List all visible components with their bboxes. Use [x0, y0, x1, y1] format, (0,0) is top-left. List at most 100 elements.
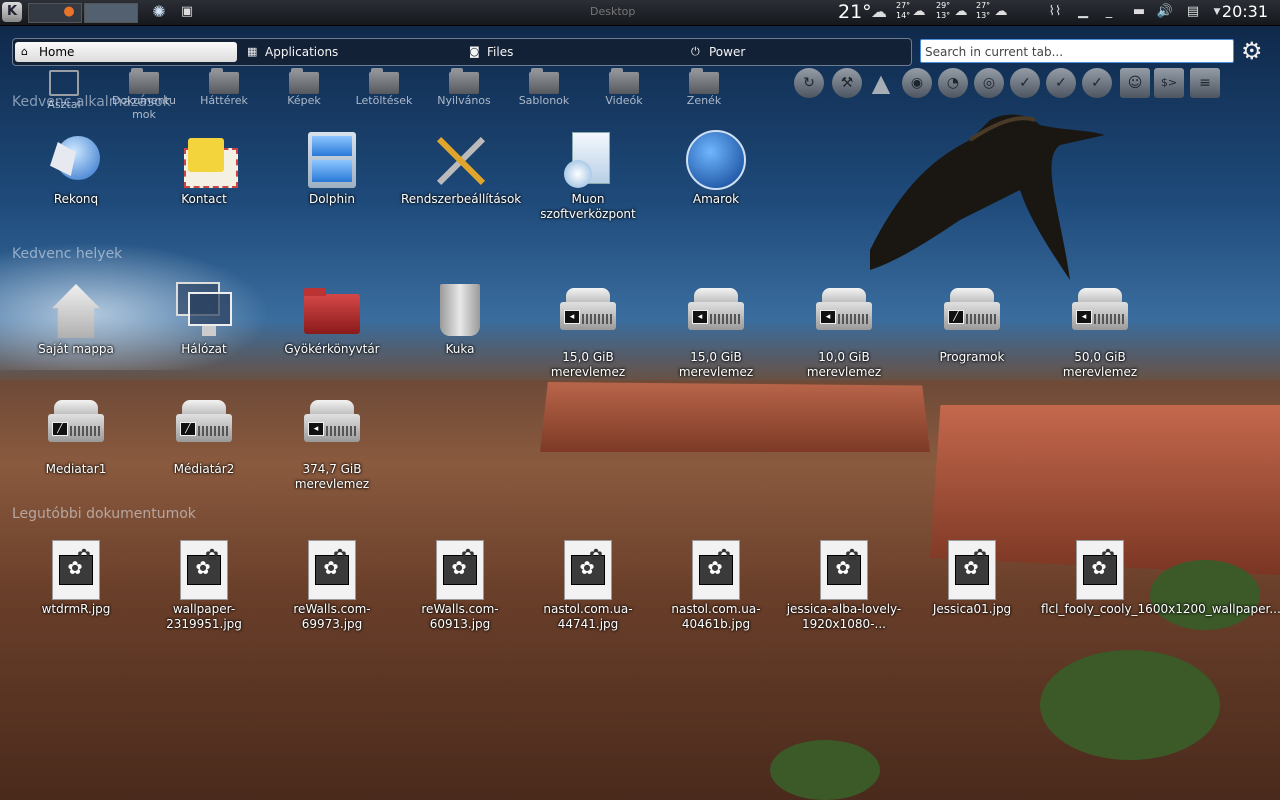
cone-icon[interactable]: ▲: [866, 68, 896, 98]
places-item-nyilvanos[interactable]: Nyilvános: [424, 68, 504, 108]
places-item-hatterek[interactable]: Háttérek: [184, 68, 264, 108]
place-label: Hálózat: [181, 342, 227, 356]
firefox-icon[interactable]: ●: [60, 4, 78, 20]
launcher-tab-bar: ⌂ Home ▦ Applications ◙ Files ⏻ Power: [12, 38, 912, 66]
amarok-icon: [686, 130, 746, 190]
tab-power[interactable]: ⏻ Power: [685, 42, 745, 62]
update-check-icon[interactable]: ✓: [1046, 68, 1076, 98]
place-home[interactable]: Saját mappa: [17, 280, 135, 357]
image-file-icon: ✿ ✿: [692, 540, 740, 600]
recent-doc-label: flcl_fooly_cooly_1600x1200_wallpaper...: [1041, 602, 1280, 617]
document-check-icon[interactable]: ✓: [1082, 68, 1112, 98]
hard-drive-icon: ╱: [942, 288, 1002, 348]
cpu-monitor-icon[interactable]: ▁: [1072, 4, 1094, 20]
recent-doc[interactable]: ✿ ✿ Jessica01.jpg: [913, 540, 1031, 617]
place-drive-50[interactable]: ◂ 50,0 GiB merevlemez: [1041, 280, 1159, 380]
network-monitor-icon[interactable]: ▬: [1126, 4, 1152, 20]
storage-icon[interactable]: ≡: [1190, 68, 1220, 98]
clock[interactable]: 20:31: [1222, 2, 1268, 21]
places-item-videok[interactable]: Videók: [584, 68, 664, 108]
place-trash[interactable]: Kuka: [401, 280, 519, 357]
recent-doc[interactable]: ✿ ✿ reWalls.com-69973.jpg: [273, 540, 391, 632]
network-tool-icon[interactable]: ⚒: [832, 68, 862, 98]
app-amarok[interactable]: Amarok: [657, 130, 775, 207]
recent-doc[interactable]: ✿ ✿ wallpaper-2319951.jpg: [145, 540, 263, 632]
rekonq-icon: [46, 130, 106, 190]
place-label: Mediatar1: [45, 462, 107, 476]
recent-doc[interactable]: ✿ ✿ jessica-alba-lovely-1920x1080-...: [785, 540, 903, 632]
eye-icon[interactable]: ◉: [902, 68, 932, 98]
recent-doc-label: jessica-alba-lovely-1920x1080-...: [786, 602, 902, 631]
wallpaper-mesa-left: [540, 382, 930, 452]
app-dolphin[interactable]: Dolphin: [273, 130, 391, 207]
hard-drive-icon: ◂: [1070, 288, 1130, 348]
terminal-icon[interactable]: $>: [1154, 68, 1184, 98]
hard-drive-icon: ╱: [46, 400, 106, 460]
image-file-icon: ✿ ✿: [1076, 540, 1124, 600]
place-label: 15,0 GiB merevlemez: [678, 350, 754, 379]
recent-doc[interactable]: ✿ ✿ nastol.com.ua-40461b.jpg: [657, 540, 775, 632]
tab-files[interactable]: ◙ Files: [463, 42, 513, 62]
update-icon[interactable]: ✓: [1010, 68, 1040, 98]
folder-icon: [449, 68, 479, 94]
place-network[interactable]: Hálózat: [145, 280, 263, 357]
home-folder-icon: [46, 280, 106, 340]
place-programok[interactable]: ╱ Programok: [913, 280, 1031, 365]
app-label: Dolphin: [308, 192, 356, 206]
hard-drive-icon: ╱: [174, 400, 234, 460]
app-kontact[interactable]: Kontact: [145, 130, 263, 207]
recent-doc[interactable]: ✿ ✿ wtdrmR.jpg: [17, 540, 135, 617]
recent-doc[interactable]: ✿ ✿ nastol.com.ua-44741.jpg: [529, 540, 647, 632]
section-recent-documents: Legutóbbi dokumentumok: [12, 506, 196, 522]
home-icon: ⌂: [21, 45, 28, 58]
window-title: Desktop: [590, 5, 636, 18]
shrub: [1040, 650, 1220, 760]
volume-icon[interactable]: 🔊: [1156, 4, 1174, 20]
image-file-icon: ✿ ✿: [180, 540, 228, 600]
app-rekonq[interactable]: Rekonq: [17, 130, 135, 207]
gear-icon[interactable]: ⚙: [1241, 38, 1263, 64]
recent-doc[interactable]: ✿✿ flcl_fooly_cooly_1600x1200_wallpaper.…: [1041, 540, 1280, 617]
place-label: Médiatár2: [173, 462, 235, 476]
place-drive-15a[interactable]: ◂ 15,0 GiB merevlemez: [529, 280, 647, 380]
tab-label: Files: [487, 45, 514, 59]
place-mediatar2[interactable]: ╱ Médiatár2: [145, 392, 263, 477]
place-mediatar1[interactable]: ╱ Mediatar1: [17, 392, 135, 477]
top-panel: K ● ✺ ▣ Desktop 21° ☁ 27° 14° ☁ 29° 13° …: [0, 0, 1280, 26]
user-icon[interactable]: ☺: [1120, 68, 1150, 98]
place-drive-10[interactable]: ◂ 10,0 GiB merevlemez: [785, 280, 903, 380]
folder-icon: [369, 68, 399, 94]
shrub: [1150, 560, 1260, 630]
kde-launcher-button[interactable]: K: [2, 2, 22, 22]
app-system-settings[interactable]: Rendszerbeállítások: [401, 130, 521, 207]
tab-label: Power: [709, 45, 746, 59]
system-monitor-graph-icon[interactable]: ⌇⌇: [1042, 4, 1068, 20]
image-file-icon: ✿ ✿: [308, 540, 356, 600]
refresh-icon[interactable]: ↻: [794, 68, 824, 98]
search-input[interactable]: Search in current tab...: [920, 39, 1234, 63]
pager-desktop-2[interactable]: [84, 3, 138, 23]
place-drive-374[interactable]: ◂ 374,7 GiB merevlemez: [273, 392, 391, 492]
clipboard-icon[interactable]: ▤: [1184, 4, 1202, 20]
show-desktop-icon[interactable]: ▣: [178, 4, 196, 20]
power-icon: ⏻: [691, 45, 700, 58]
tab-home[interactable]: ⌂ Home: [15, 42, 237, 62]
recent-doc-label: wallpaper-2319951.jpg: [166, 602, 242, 631]
dolphin-icon: [302, 130, 362, 190]
target-icon[interactable]: ◎: [974, 68, 1004, 98]
recent-doc[interactable]: ✿ ✿ reWalls.com-60913.jpg: [401, 540, 519, 632]
places-item-sablonok[interactable]: Sablonok: [504, 68, 584, 108]
places-item-zenek[interactable]: Zenék: [664, 68, 744, 108]
memory-monitor-icon[interactable]: _: [1098, 4, 1120, 20]
places-item-kepek[interactable]: Képek: [264, 68, 344, 108]
forecast-low: 13°: [976, 11, 991, 20]
place-root[interactable]: Gyökérkönyvtár: [273, 280, 391, 357]
hard-drive-icon: ◂: [686, 288, 746, 348]
tab-applications[interactable]: ▦ Applications: [241, 42, 338, 62]
place-drive-15b[interactable]: ◂ 15,0 GiB merevlemez: [657, 280, 775, 380]
places-item-letoltesek[interactable]: Letöltések: [344, 68, 424, 108]
folder-icon: [289, 68, 319, 94]
speed-icon[interactable]: ◔: [938, 68, 968, 98]
app-muon[interactable]: Muon szoftverközpont: [529, 130, 647, 222]
plasma-icon[interactable]: ✺: [150, 4, 168, 20]
